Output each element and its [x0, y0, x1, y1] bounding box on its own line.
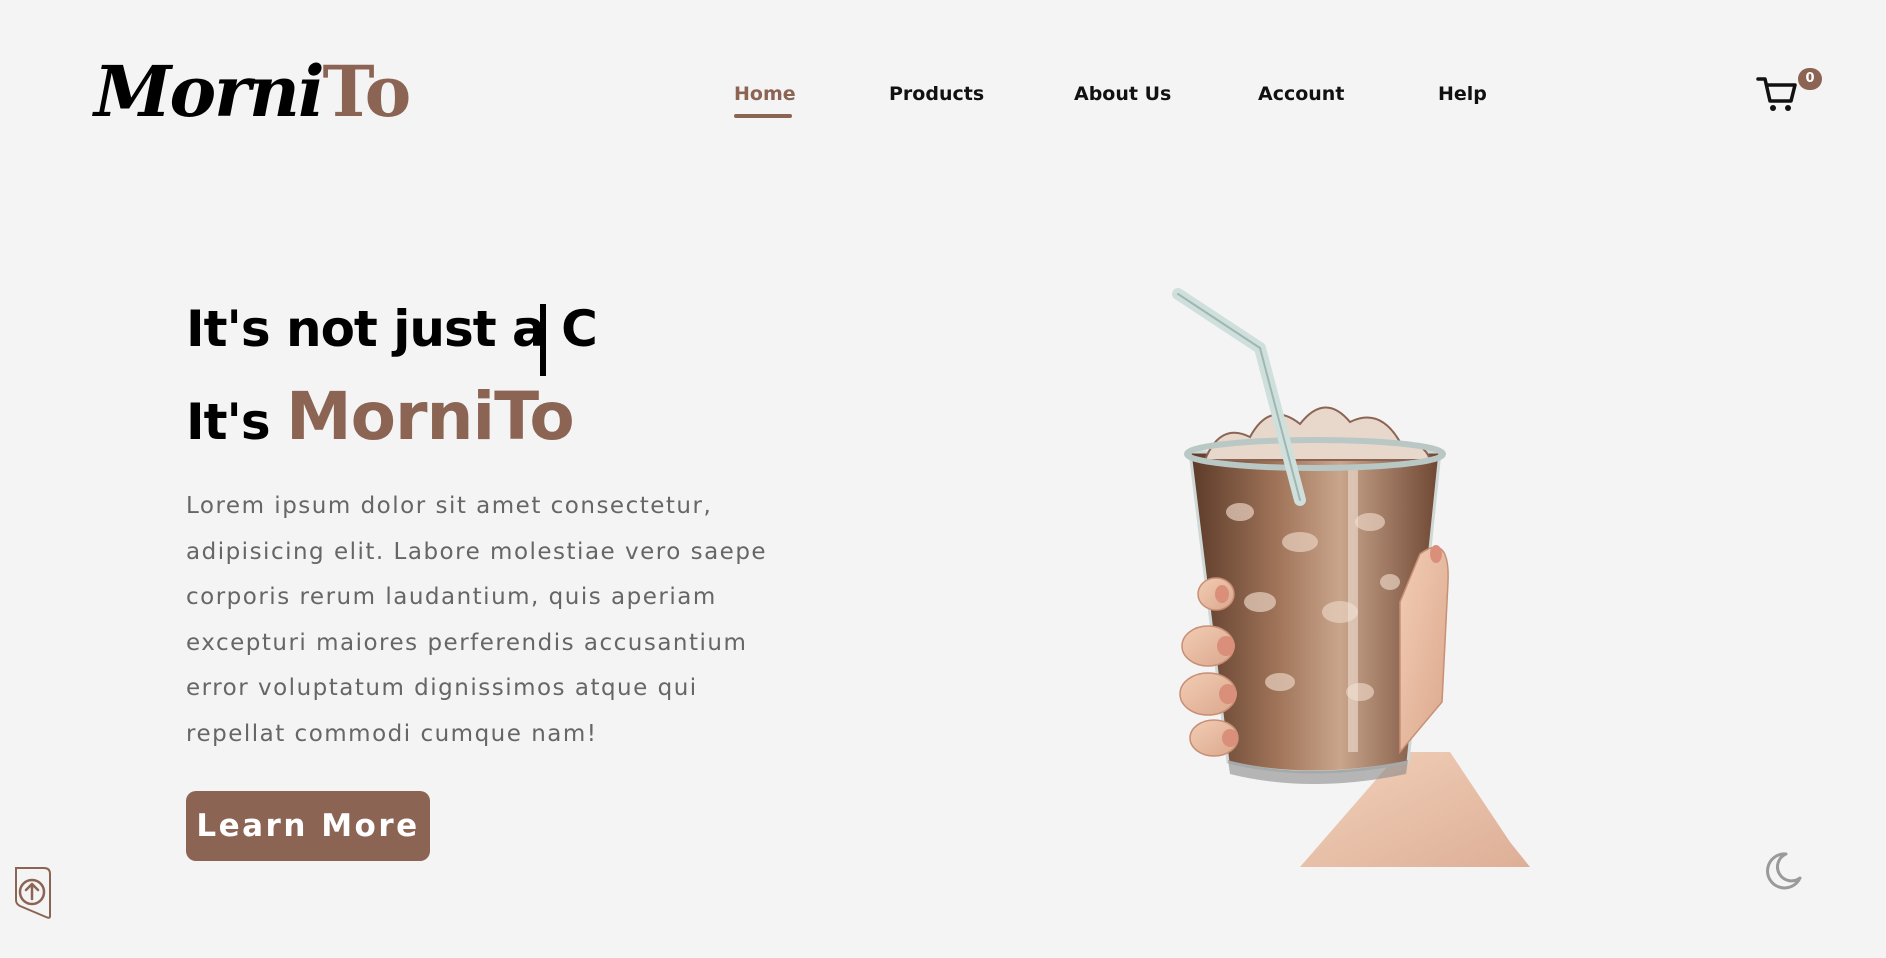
- main-nav: Home Products About Us Account Help: [0, 83, 1886, 118]
- nav-item-home[interactable]: Home: [734, 83, 796, 105]
- hero-heading-line-2: It's MorniTo: [186, 378, 575, 455]
- nav-item-account[interactable]: Account: [1258, 83, 1344, 105]
- hero-description: Lorem ipsum dolor sit amet consectetur, …: [186, 493, 768, 747]
- nav-item-help[interactable]: Help: [1438, 83, 1487, 105]
- nav-item-products[interactable]: Products: [889, 83, 984, 105]
- hero-heading-line-1: It's not just a C: [186, 300, 598, 358]
- hero-heading-prefix: It's: [186, 393, 286, 451]
- hero-coffee-image: [1172, 288, 1530, 867]
- typing-cursor: [540, 304, 546, 376]
- hero-heading-brand: MorniTo: [285, 378, 575, 455]
- active-nav-underline: [734, 114, 792, 118]
- cart-icon[interactable]: [1756, 74, 1798, 114]
- moon-icon[interactable]: [1762, 850, 1804, 892]
- cart-count-badge: 0: [1798, 68, 1822, 90]
- arrow-up-icon[interactable]: [14, 866, 52, 920]
- nav-item-about-us[interactable]: About Us: [1074, 83, 1171, 105]
- learn-more-button[interactable]: Learn More: [186, 791, 430, 861]
